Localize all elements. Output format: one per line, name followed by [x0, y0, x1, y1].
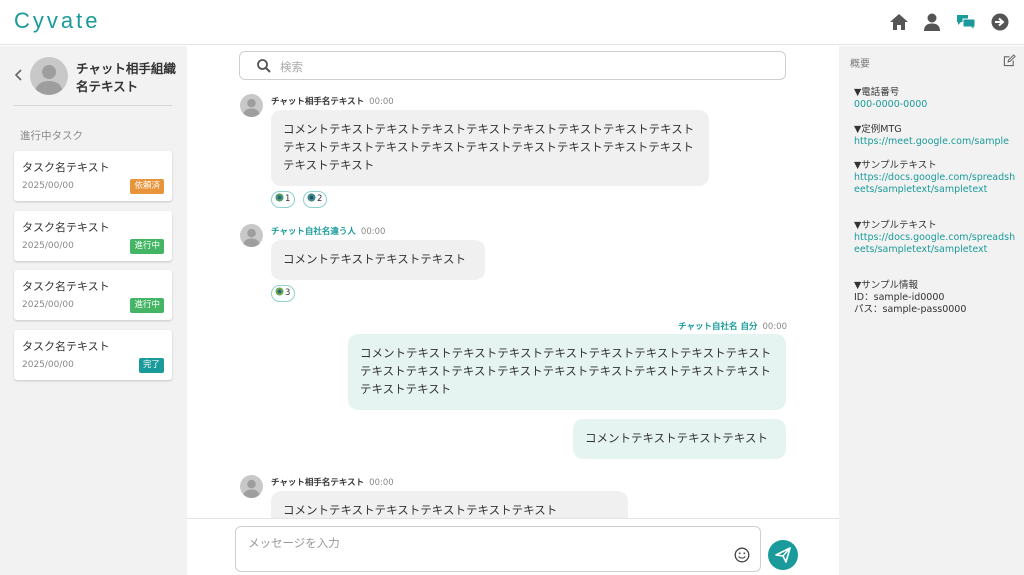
overview-item: ▼サンプルテキスト https://docs.google.com/spread…	[854, 220, 1019, 256]
partner-avatar	[30, 57, 68, 95]
status-badge: 依頼済	[130, 179, 164, 194]
message-bubble: コメントテキストテキストテキスト	[271, 240, 485, 280]
message-sender: チャット自社名違う人 00:00	[271, 225, 385, 237]
overview-title: 概要	[850, 59, 870, 70]
status-badge: 進行中	[130, 239, 164, 254]
divider	[14, 105, 172, 106]
sender-name: チャット相手名テキスト	[271, 478, 365, 488]
avatar	[240, 475, 263, 498]
task-card[interactable]: タスク名テキスト 2025/00/00 進行中	[14, 270, 172, 320]
chevron-left-icon[interactable]	[12, 68, 26, 82]
overview-id: ID：sample-id0000	[854, 292, 945, 303]
status-badge: 進行中	[130, 298, 164, 313]
reaction-count: 3	[285, 288, 291, 298]
app: Cyvate チャット相手組織名テキスト 進行中タスク タスク名テキスト 202…	[0, 0, 1024, 575]
reaction-count: 2	[317, 194, 323, 204]
message-composer: メッセージを入力	[187, 518, 839, 575]
search-input[interactable]: 検索	[239, 51, 786, 80]
send-button[interactable]	[768, 540, 798, 570]
message-input[interactable]: メッセージを入力	[235, 526, 761, 572]
edit-icon[interactable]	[1003, 54, 1016, 67]
message-time: 00:00	[360, 227, 386, 237]
overview-item: ▼サンプル情報 ID：sample-id0000 パス：sample-pass0…	[854, 280, 1019, 316]
message-sender: チャット相手名テキスト 00:00	[271, 95, 394, 107]
overview-password: パス：sample-pass0000	[854, 304, 967, 315]
task-date: 2025/00/00	[22, 181, 74, 191]
reaction-emoji-icon	[275, 193, 284, 202]
phone-number[interactable]: 000-0000-0000	[854, 99, 1019, 111]
reaction-chip[interactable]: 1	[271, 191, 296, 208]
reaction-emoji-icon	[275, 287, 284, 296]
app-logo[interactable]: Cyvate	[14, 8, 100, 34]
overview-label: ▼サンプル情報	[854, 280, 919, 291]
message-bubble: コメントテキストテキストテキストテキストテキスト	[271, 491, 628, 518]
task-name: タスク名テキスト	[22, 280, 110, 293]
message-sender: チャット相手名テキスト 00:00	[271, 476, 394, 488]
overview-label: ▼定例MTG	[854, 124, 902, 135]
overview-label: ▼サンプルテキスト	[854, 220, 937, 231]
sender-name: チャット自社名 自分	[678, 322, 758, 332]
reaction-chip[interactable]: 3	[271, 285, 296, 302]
message-placeholder: メッセージを入力	[248, 536, 340, 550]
reaction-count: 1	[285, 194, 291, 204]
message-bubble: コメントテキストテキストテキストテキストテキストテキストテキストテキストテキスト…	[271, 110, 709, 186]
overview-label: ▼電話番号	[854, 87, 900, 98]
task-date: 2025/00/00	[22, 360, 74, 370]
send-icon	[775, 547, 791, 563]
emoji-icon[interactable]	[734, 547, 750, 563]
overview-label: ▼サンプルテキスト	[854, 160, 937, 171]
avatar	[240, 224, 263, 247]
avatar-placeholder-icon	[35, 65, 63, 95]
task-date: 2025/00/00	[22, 300, 74, 310]
left-sidebar: チャット相手組織名テキスト 進行中タスク タスク名テキスト 2025/00/00…	[0, 46, 187, 575]
avatar-placeholder-icon	[243, 98, 260, 117]
task-card[interactable]: タスク名テキスト 2025/00/00 完了	[14, 330, 172, 380]
message-time: 00:00	[369, 97, 394, 107]
message-bubble: コメントテキストテキストテキストテキストテキストテキストテキストテキストテキスト…	[348, 334, 786, 410]
message-sender: チャット自社名 自分 00:00	[678, 320, 787, 332]
sender-name: チャット自社名違う人	[271, 227, 356, 237]
meeting-link[interactable]: https://meet.google.com/sample	[854, 136, 1019, 148]
document-link[interactable]: https://docs.google.com/spreadsheets/sam…	[854, 172, 1019, 196]
logout-icon[interactable]	[990, 12, 1010, 32]
overview-item: ▼電話番号 000-0000-0000	[854, 87, 1019, 111]
chat-area: 検索 チャット相手名テキスト 00:00 コメントテキストテキストテキストテキスト…	[187, 46, 839, 575]
avatar-placeholder-icon	[243, 479, 260, 498]
message-time: 00:00	[762, 322, 788, 332]
status-badge: 完了	[138, 358, 164, 373]
task-name: タスク名テキスト	[22, 161, 110, 174]
message-bubble: コメントテキストテキストテキスト	[573, 419, 786, 459]
reaction-emoji-icon	[307, 193, 316, 202]
overview-item: ▼定例MTG https://meet.google.com/sample	[854, 124, 1019, 148]
search-icon	[257, 59, 271, 73]
task-name: タスク名テキスト	[22, 221, 110, 234]
overview-panel: 概要 ▼電話番号 000-0000-0000 ▼定例MTG https://me…	[839, 46, 1024, 575]
home-icon[interactable]	[889, 12, 909, 32]
sender-name: チャット相手名テキスト	[271, 97, 365, 107]
message-time: 00:00	[369, 478, 394, 488]
reaction-chip[interactable]: 2	[303, 191, 328, 208]
task-card[interactable]: タスク名テキスト 2025/00/00 進行中	[14, 211, 172, 261]
avatar-placeholder-icon	[243, 228, 260, 247]
search-placeholder: 検索	[280, 60, 303, 74]
chat-icon[interactable]	[956, 12, 976, 32]
overview-item: ▼サンプルテキスト https://docs.google.com/spread…	[854, 160, 1019, 196]
section-title: 進行中タスク	[20, 130, 83, 142]
avatar	[240, 94, 263, 117]
task-card[interactable]: タスク名テキスト 2025/00/00 依頼済	[14, 151, 172, 201]
user-icon[interactable]	[922, 12, 942, 32]
top-header: Cyvate	[0, 0, 1024, 45]
partner-name: チャット相手組織名テキスト	[76, 61, 176, 94]
task-date: 2025/00/00	[22, 241, 74, 251]
document-link[interactable]: https://docs.google.com/spreadsheets/sam…	[854, 232, 1019, 256]
task-name: タスク名テキスト	[22, 340, 110, 353]
